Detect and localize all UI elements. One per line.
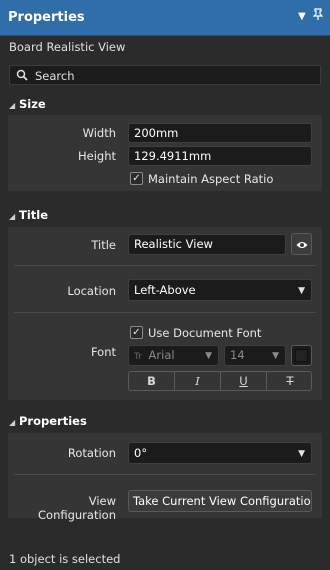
- use-document-font-checkbox[interactable]: ✓: [130, 326, 143, 339]
- underline-button[interactable]: U: [221, 372, 267, 390]
- font-color-swatch[interactable]: [291, 345, 312, 366]
- rotation-value: 0°: [134, 446, 148, 460]
- view-configuration-label: View Configuration: [38, 494, 116, 522]
- width-label: Width: [82, 126, 116, 140]
- height-field[interactable]: 129.4911mm: [128, 146, 312, 166]
- chevron-down-icon: ▼: [298, 449, 305, 459]
- panel-title-bar: Properties ▼: [0, 0, 330, 36]
- title-field[interactable]: Realistic View: [128, 234, 286, 255]
- eye-icon: [296, 239, 308, 253]
- pin-icon[interactable]: [312, 8, 324, 24]
- use-document-font-label: Use Document Font: [148, 326, 262, 340]
- title-label: Title: [91, 238, 116, 252]
- visibility-toggle-button[interactable]: [291, 233, 312, 255]
- section-title-size: Size: [19, 97, 46, 111]
- font-label: Font: [90, 345, 116, 359]
- bold-button[interactable]: B: [129, 372, 175, 390]
- section-title-properties: Properties: [19, 414, 87, 428]
- divider: [14, 265, 316, 266]
- section-header-size[interactable]: ◢ Size: [9, 97, 46, 111]
- search-icon: [16, 69, 28, 84]
- location-select[interactable]: Left-Above ▼: [128, 279, 312, 301]
- font-size-select[interactable]: 14 ▼: [224, 345, 286, 366]
- take-view-configuration-button[interactable]: Take Current View Configuratio: [128, 490, 312, 512]
- italic-button[interactable]: I: [175, 372, 221, 390]
- width-field[interactable]: 200mm: [128, 123, 312, 143]
- panel-subtitle: Board Realistic View: [9, 40, 126, 54]
- format-button-group: B I U T: [128, 371, 312, 391]
- location-value: Left-Above: [134, 283, 196, 297]
- divider: [14, 312, 316, 313]
- search-input[interactable]: Search: [35, 69, 75, 83]
- panel-title: Properties: [8, 10, 85, 25]
- font-size-value: 14: [230, 348, 245, 362]
- chevron-down-icon: ▼: [205, 351, 212, 361]
- status-text: 1 object is selected: [9, 552, 121, 566]
- section-header-properties[interactable]: ◢ Properties: [9, 414, 87, 428]
- maintain-aspect-label: Maintain Aspect Ratio: [148, 172, 274, 186]
- maintain-aspect-checkbox[interactable]: ✓: [130, 172, 143, 185]
- section-header-title[interactable]: ◢ Title: [9, 208, 48, 222]
- height-label: Height: [77, 149, 116, 163]
- collapse-triangle-icon: ◢: [9, 418, 16, 427]
- rotation-label: Rotation: [67, 446, 116, 460]
- rotation-select[interactable]: 0° ▼: [128, 442, 312, 464]
- collapse-triangle-icon: ◢: [9, 212, 16, 221]
- chevron-down-icon: ▼: [298, 286, 305, 296]
- collapse-triangle-icon: ◢: [9, 101, 16, 110]
- font-family-select[interactable]: Tr Arial ▼: [128, 345, 219, 366]
- divider: [14, 474, 316, 475]
- font-type-icon: Tr: [134, 352, 142, 362]
- location-label: Location: [67, 284, 116, 298]
- search-box[interactable]: Search: [9, 65, 321, 85]
- strikethrough-button[interactable]: T: [267, 372, 313, 390]
- section-title-title: Title: [19, 208, 49, 222]
- font-family-value: Arial: [148, 348, 175, 362]
- chevron-down-icon: ▼: [272, 351, 279, 361]
- panel-menu-dropdown-icon[interactable]: ▼: [298, 11, 306, 22]
